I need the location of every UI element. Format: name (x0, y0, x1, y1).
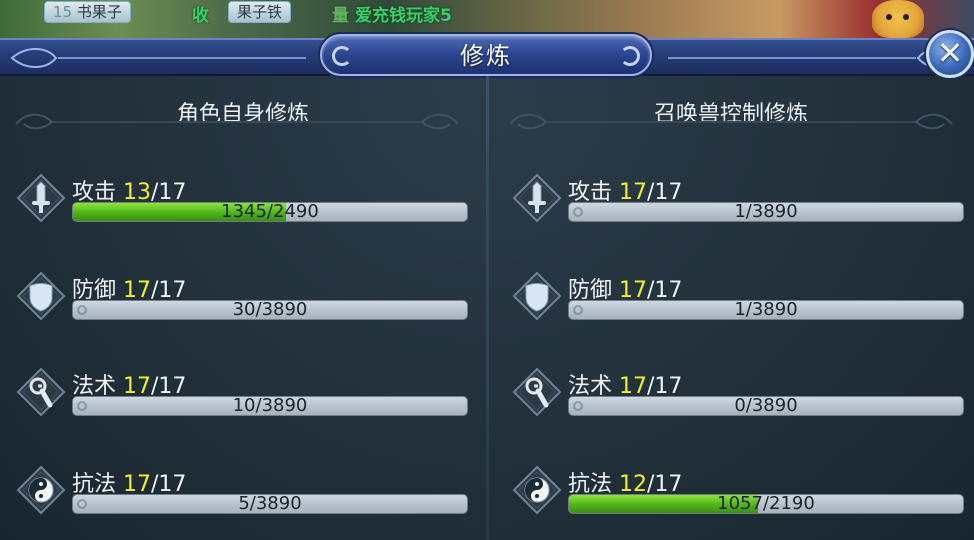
progress-bar: 10/3890 (72, 396, 468, 416)
right-row-2[interactable]: 法术 17/17 0/3890 (512, 367, 972, 430)
title-ornament-right (668, 48, 964, 68)
progress-text: 1057/2190 (717, 494, 815, 514)
scene-chip-2: 果子铁 (228, 1, 292, 23)
title-ornament-left (10, 48, 306, 68)
progress-text: 1/3890 (734, 202, 798, 222)
scene-chip-1: 15 书果子 (44, 1, 131, 23)
left-row-0[interactable]: 攻击 13/17 1345/2490 (16, 173, 476, 236)
left-row-3[interactable]: 抗法 17/17 5/3890 (16, 465, 476, 528)
sword-icon (16, 173, 66, 223)
scene-text-3: 爱充钱玩家5 (355, 6, 452, 26)
progress-bar: 1/3890 (568, 202, 964, 222)
scene-text-1: 收 (192, 6, 209, 26)
progress-text: 1345/2490 (221, 202, 319, 222)
column-divider (486, 76, 489, 540)
staff-icon (512, 367, 562, 417)
left-title-ornament (12, 110, 462, 132)
right-row-0[interactable]: 攻击 17/17 1/3890 (512, 173, 972, 236)
left-row-1[interactable]: 防御 17/17 30/3890 (16, 271, 476, 334)
progress-bar: 1057/2190 (568, 494, 964, 514)
progress-bar: 1345/2490 (72, 202, 468, 222)
yin-yang-icon (16, 465, 66, 515)
shield-icon (16, 271, 66, 321)
progress-text: 1/3890 (734, 300, 798, 320)
progress-bar: 30/3890 (72, 300, 468, 320)
left-row-2[interactable]: 法术 17/17 10/3890 (16, 367, 476, 430)
sword-icon (512, 173, 562, 223)
progress-bar: 0/3890 (568, 396, 964, 416)
right-row-1[interactable]: 防御 17/17 1/3890 (512, 271, 972, 334)
yin-yang-icon (512, 465, 562, 515)
right-title-ornament (506, 110, 956, 132)
close-icon: ✕ (936, 34, 964, 72)
window-title: 修炼 (460, 42, 512, 70)
staff-icon (16, 367, 66, 417)
progress-text: 5/3890 (238, 494, 302, 514)
progress-text: 30/3890 (232, 300, 308, 320)
cat-character-sprite (872, 0, 924, 38)
progress-bar: 5/3890 (72, 494, 468, 514)
shield-icon (512, 271, 562, 321)
progress-text: 10/3890 (232, 396, 308, 416)
close-button[interactable]: ✕ (926, 30, 974, 78)
progress-bar: 1/3890 (568, 300, 964, 320)
right-row-3[interactable]: 抗法 12/17 1057/2190 (512, 465, 972, 528)
title-plate: 修炼 (320, 34, 652, 76)
progress-text: 0/3890 (734, 396, 798, 416)
scene-text-2: 量 (332, 6, 349, 26)
